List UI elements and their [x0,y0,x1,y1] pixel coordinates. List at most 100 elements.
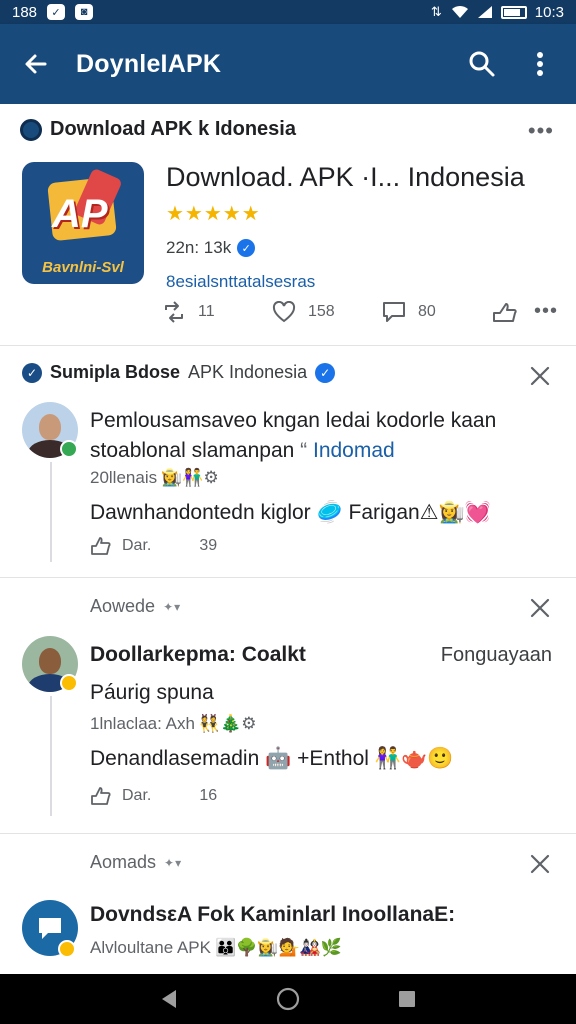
wifi-icon [451,5,468,18]
comment-text-2: Denandlasemadin 🤖 +Enthol 👫🫖🙂 [90,744,552,774]
overflow-menu-icon[interactable] [522,46,558,82]
comment-text-2: Dawnhandontedn kiglor 🥏 Farigan⚠👩‍🌾💓 [90,498,552,528]
comment-icon [383,301,405,322]
app-link[interactable]: 8esialsnttatalsesras [166,272,556,292]
online-status-icon [60,440,78,458]
close-icon[interactable] [528,596,552,620]
avatar-face [39,414,61,440]
close-icon[interactable] [528,852,552,876]
comment-line-2: stoablonal slamanpan “ Indomad [90,436,552,466]
app-stats: 22n: 13k ✓ [166,238,556,258]
shield-icon: ✓ [47,4,66,20]
avatar-face [39,648,61,674]
comment-meta: Alvloultane APK 👪🌳👩‍🌾💁🎎🌿 [90,938,342,958]
status-badge-icon [60,674,78,692]
thread-line [50,696,52,816]
globe-icon [20,118,42,141]
back-arrow-icon[interactable] [18,46,54,82]
app-name[interactable]: Download. APK ·I... Indonesia [166,162,556,193]
comment-source[interactable]: ✓ Sumipla Bdose APK Indonesia ✓ [22,362,336,383]
system-nav-bar [0,974,576,1024]
emoji-group: 👩‍🌾👫⚙ [161,468,219,487]
app-meta: Download. APK ·I... Indonesia ★★★★★ 22n:… [166,162,556,292]
app-bar: DoynleIAPK [0,24,576,104]
comment-link[interactable]: Indomad [313,439,395,462]
comment-text-2-tail: Farigan [348,501,420,524]
status-bar: 188 ✓ ◙ ⇅ 10:3 [0,0,576,24]
commenter-name[interactable]: DovndsεA Fok Kaminlarl InoollanaE: [90,900,552,930]
chevron-down-icon: ✦▾ [164,855,183,870]
page-header[interactable]: Download APK k Idonesia [20,118,296,141]
heart-icon [272,300,296,322]
battery-icon [500,5,527,19]
app-icon[interactable]: AP Bavnlni-Svl [22,162,144,284]
retweet-icon [165,300,183,323]
app-card: Download APK k Idonesia ••• AP Bavnlni-S… [0,104,576,346]
comment-text: Pemlousamsaveo kngan ledai kodorle kaan … [90,406,552,466]
emoji-end: ⚠👩‍🌾💓 [419,501,491,524]
reply-icon [91,787,111,805]
comment-count: 80 [418,302,436,320]
like-count: 158 [308,302,335,320]
post-actions: 11 158 80 ••• [162,300,558,323]
like-button[interactable]: 158 [272,300,382,323]
comment-line-2-text: stoablonal slamanpan [90,439,295,462]
section-label-text: Aomads [90,852,157,872]
comment-card: Aomads ✦▾ DovndsεA Fok Kaminlarl Inoolla… [0,834,576,974]
commenter-tag: Fonguayaan [440,644,552,666]
comment-meta-text: Alvloultane APK [90,938,211,957]
lock-icon: ◙ [75,4,94,20]
emoji-b: 👫🫖🙂 [374,747,454,770]
emoji-mid: 🥏 [316,501,343,524]
share-icon [493,302,517,322]
comment-button[interactable]: 80 [382,301,492,323]
section-label[interactable]: Aowede ✦▾ [90,596,181,617]
post-more-icon[interactable]: ••• [534,300,558,323]
more-options-icon[interactable]: ••• [528,120,554,142]
share-button[interactable] [492,301,518,323]
close-icon[interactable] [528,364,552,388]
app-stats-text: 22n: 13k [166,238,232,257]
reply-icon [91,537,111,555]
app-icon-caption: Bavnlni-Svl [42,259,124,276]
nav-back-icon[interactable] [154,984,184,1014]
emoji-group: 👯🎄⚙ [198,714,257,733]
status-clock: 10:3 [534,3,564,21]
app-title: DoynleIAPK [76,49,222,78]
emoji-group: 👪🌳👩‍🌾💁🎎🌿 [214,938,342,957]
source-name: Sumipla Bdose [50,362,181,382]
reply-count: 39 [199,537,218,554]
data-icon: ⇅ [430,4,443,19]
rating-stars: ★★★★★ [166,203,261,225]
comment-line-1: Pemlousamsaveo kngan ledai kodorle kaan [90,409,497,432]
comment-text-2-body: Denandlasemadin [90,747,260,770]
verified-icon: ✓ [22,362,42,383]
source-sub: APK Indonesia [188,362,308,382]
reply-label: Dar. [122,537,152,554]
section-label-text: Aowede [90,596,156,616]
status-badge-icon [58,940,76,958]
comment-card: Aowede ✦▾ Doollarkepma: Coalkt Fonguayaa… [0,578,576,834]
comment-meta: 1lnlaclaa: Axh 👯🎄⚙ [90,714,256,734]
emoji-a: 🤖 [265,747,292,770]
comment-card: ✓ Sumipla Bdose APK Indonesia ✓ Pemlousa… [0,346,576,578]
verified-icon: ✓ [237,239,256,257]
reply-row[interactable]: Dar. 39 [90,536,217,556]
chevron-down-icon: ✦▾ [163,599,182,614]
status-time: 188 [12,3,38,21]
chat-bubble-icon [39,918,61,939]
comment-meta-text: 1lnlaclaa: Axh [90,714,195,733]
retweet-button[interactable]: 11 [162,300,272,323]
app-icon-letters: AP [52,192,108,236]
thread-line [50,462,52,562]
nav-recents-icon[interactable] [392,984,422,1014]
reply-row[interactable]: Dar. 16 [90,786,217,806]
retweet-count: 11 [198,302,215,320]
comment-text-2-mid: +Enthol [297,747,369,770]
search-icon[interactable] [464,46,500,82]
reply-label: Dar. [122,787,152,804]
section-label[interactable]: Aomads ✦▾ [90,852,182,873]
reply-count: 16 [199,787,218,804]
comment-text: Páurig spuna [90,681,214,704]
nav-home-icon[interactable] [273,984,303,1014]
